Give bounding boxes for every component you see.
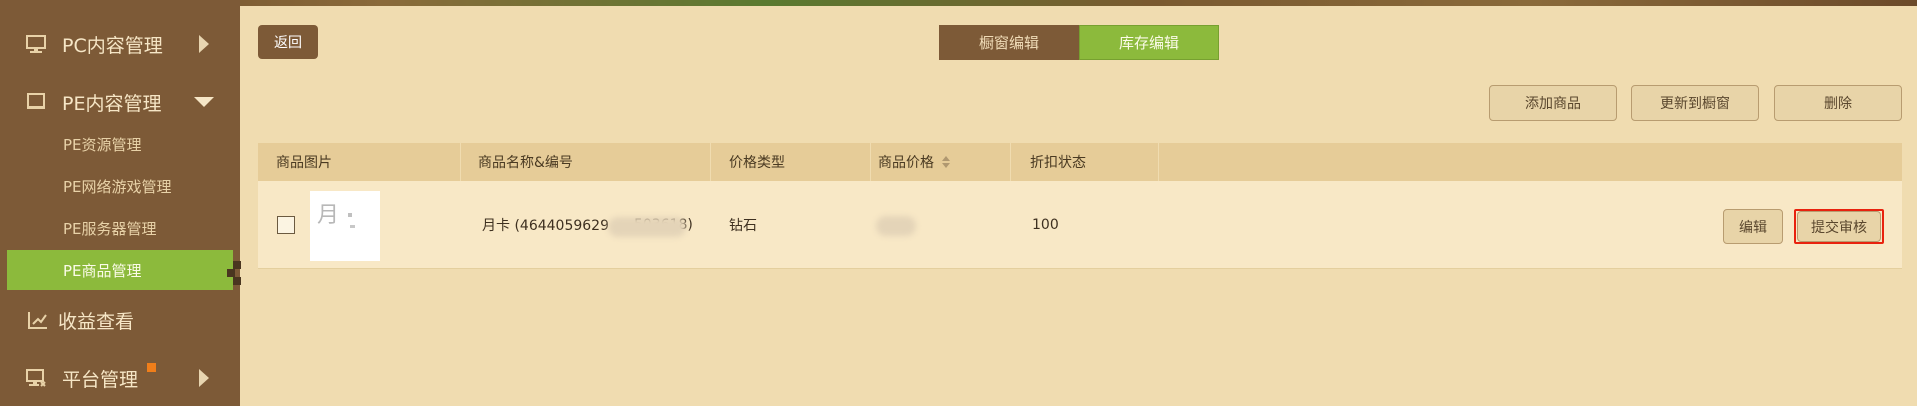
chevron-right-icon [199, 35, 209, 53]
chart-icon [26, 308, 50, 332]
sidebar-item-label: PE内容管理 [62, 92, 162, 115]
sidebar-subitem-pe-servers[interactable]: PE服务器管理 [0, 208, 240, 248]
monitor-icon [24, 32, 48, 56]
back-button[interactable]: 返回 [258, 25, 318, 59]
column-divider [710, 143, 711, 181]
tab-showcase-edit[interactable]: 橱窗编辑 [939, 25, 1079, 60]
sidebar-subitem-label: PE资源管理 [63, 135, 142, 154]
sidebar-subitem-pe-products[interactable]: PE商品管理 [7, 250, 241, 290]
delete-button[interactable]: 删除 [1774, 85, 1902, 121]
monitor-settings-icon [24, 366, 48, 390]
active-indicator [227, 250, 241, 290]
price-type: 钻石 [729, 218, 757, 234]
chevron-right-icon [199, 369, 209, 387]
sidebar-subitem-pe-online-games[interactable]: PE网络游戏管理 [0, 166, 240, 206]
sidebar-item-pc-content[interactable]: PC内容管理 [0, 22, 240, 66]
product-thumbnail: 月 [310, 191, 380, 261]
column-header-name: 商品名称&编号 [478, 155, 573, 171]
column-header-price-type: 价格类型 [729, 155, 785, 171]
sidebar: PC内容管理 PE内容管理 PE资源管理 PE网络游戏管理 PE服务器管理 PE… [0, 0, 241, 406]
sidebar-subitem-label: PE商品管理 [63, 261, 142, 280]
edit-button[interactable]: 编辑 [1723, 209, 1783, 244]
column-header-discount: 折扣状态 [1030, 155, 1086, 171]
column-divider [1158, 143, 1159, 181]
column-header-price-label: 商品价格 [878, 155, 934, 171]
sort-icon[interactable] [942, 156, 950, 168]
update-to-showcase-button[interactable]: 更新到橱窗 [1631, 85, 1759, 121]
sidebar-item-label: 收益查看 [58, 310, 135, 333]
product-name-prefix: 月卡 (4644059629 [482, 218, 609, 234]
sidebar-item-label: PC内容管理 [62, 34, 163, 57]
sidebar-subitem-pe-resources[interactable]: PE资源管理 [0, 124, 240, 164]
sidebar-subitem-label: PE网络游戏管理 [63, 177, 172, 196]
sidebar-item-pe-content[interactable]: PE内容管理 [0, 80, 240, 124]
sidebar-item-revenue[interactable]: 收益查看 [0, 298, 240, 342]
notification-badge [147, 363, 156, 372]
column-divider [870, 143, 871, 181]
add-product-button[interactable]: 添加商品 [1489, 85, 1617, 121]
column-header-price[interactable]: 商品价格 [878, 143, 950, 181]
table-header: 商品图片 商品名称&编号 价格类型 商品价格 折扣状态 [258, 143, 1902, 181]
table-row: 月 月卡 (4644059629503618) 钻石 100 编辑 提交审核 [258, 181, 1902, 269]
thumbnail-text: 月 [317, 203, 340, 228]
column-divider [1010, 143, 1011, 181]
sidebar-item-label: 平台管理 [62, 368, 139, 391]
tab-inventory-edit[interactable]: 库存编辑 [1079, 25, 1219, 60]
redaction-blur [876, 216, 916, 236]
chevron-down-icon [194, 97, 214, 107]
sidebar-item-platform[interactable]: 平台管理 [0, 356, 240, 400]
row-checkbox[interactable] [277, 216, 295, 234]
highlight-box [1794, 209, 1884, 244]
column-divider [460, 143, 461, 181]
tablet-icon [24, 90, 48, 114]
discount-status: 100 [1032, 217, 1059, 233]
column-header-image: 商品图片 [276, 155, 332, 171]
sidebar-subitem-label: PE服务器管理 [63, 219, 157, 238]
top-banner-strip [0, 0, 1917, 6]
redaction-blur [608, 217, 686, 237]
